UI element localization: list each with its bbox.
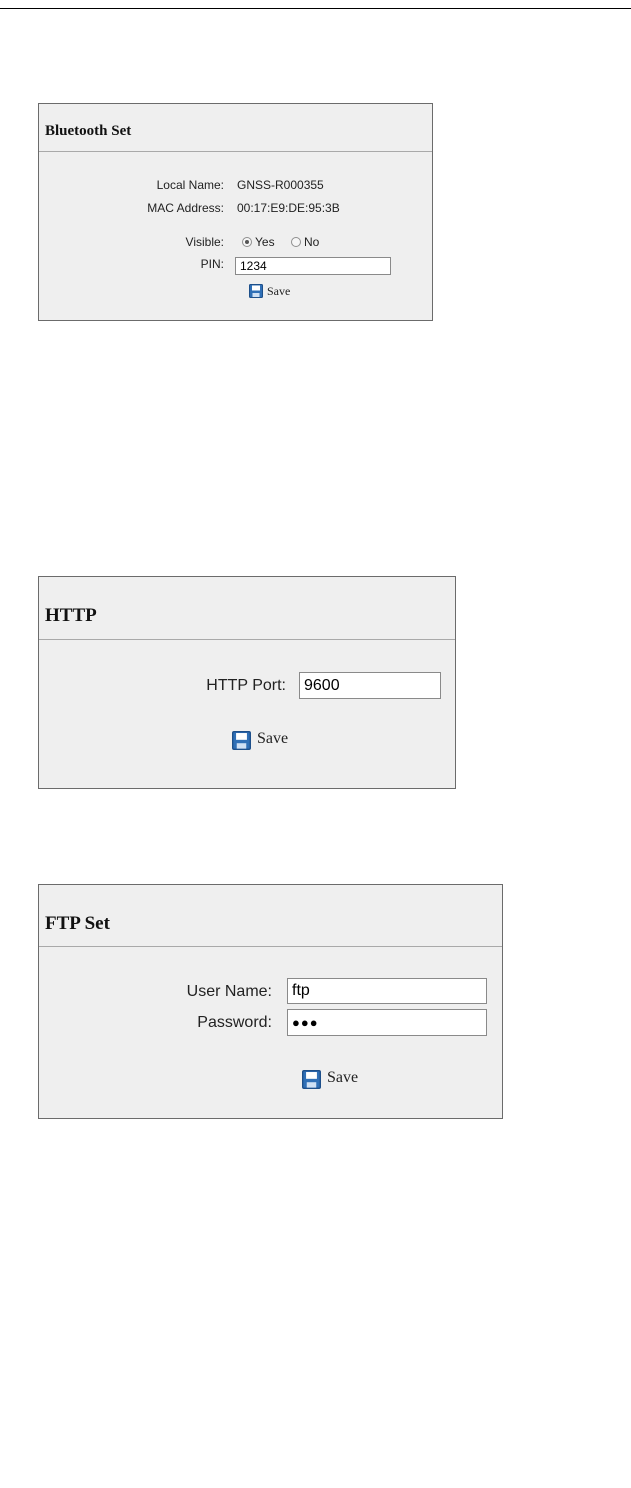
visible-yes-label[interactable]: Yes (255, 235, 275, 249)
username-input[interactable]: ftp (287, 978, 487, 1004)
local-name-label: Local Name: (156, 178, 224, 192)
ftp-title: FTP Set (45, 913, 110, 934)
local-name-value: GNSS-R000355 (237, 178, 324, 192)
bluetooth-header: Bluetooth Set (39, 104, 432, 152)
visible-label: Visible: (185, 235, 224, 249)
floppy-disk-icon (302, 1070, 321, 1089)
http-port-input[interactable]: 9600 (299, 672, 441, 699)
ftp-save-button[interactable]: Save (302, 1068, 382, 1090)
bluetooth-title: Bluetooth Set (45, 123, 132, 139)
pin-label: PIN: (200, 257, 224, 271)
top-rule (0, 8, 631, 9)
http-port-label: HTTP Port: (206, 677, 286, 694)
ftp-panel: FTP Set User Name: ftp Password: ●●● Sav… (38, 884, 503, 1119)
ftp-save-label: Save (327, 1069, 359, 1086)
http-title: HTTP (45, 605, 97, 626)
bluetooth-save-button[interactable]: Save (249, 284, 309, 300)
http-header: HTTP (39, 577, 455, 640)
floppy-disk-icon (249, 284, 263, 298)
bluetooth-save-label: Save (267, 284, 291, 298)
username-label: User Name: (186, 983, 272, 1000)
http-save-label: Save (257, 730, 289, 747)
mac-address-value: 00:17:E9:DE:95:3B (237, 201, 340, 215)
visible-no-label[interactable]: No (304, 235, 319, 249)
visible-yes-radio[interactable] (242, 237, 252, 247)
password-label: Password: (197, 1014, 272, 1031)
ftp-header: FTP Set (39, 885, 502, 947)
password-input[interactable]: ●●● (287, 1009, 487, 1036)
bluetooth-panel: Bluetooth Set Local Name: GNSS-R000355 M… (38, 103, 433, 321)
pin-input[interactable]: 1234 (235, 257, 391, 275)
http-panel: HTTP HTTP Port: 9600 Save (38, 576, 456, 789)
http-save-button[interactable]: Save (232, 729, 312, 751)
floppy-disk-icon (232, 731, 251, 750)
visible-no-radio[interactable] (291, 237, 301, 247)
mac-address-label: MAC Address: (147, 201, 224, 215)
